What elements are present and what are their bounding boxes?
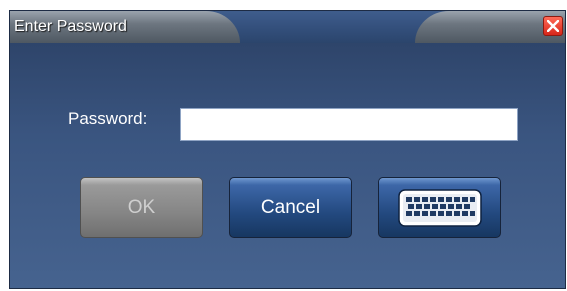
ok-button[interactable]: OK bbox=[80, 177, 203, 238]
password-input[interactable] bbox=[180, 108, 518, 141]
close-button[interactable] bbox=[543, 16, 563, 36]
cancel-button[interactable]: Cancel bbox=[229, 177, 352, 238]
ok-button-label: OK bbox=[127, 196, 156, 218]
keyboard-button[interactable] bbox=[378, 177, 501, 238]
password-label: Password: bbox=[68, 109, 148, 128]
close-icon bbox=[547, 20, 559, 32]
keyboard-icon bbox=[397, 188, 482, 227]
password-dialog: Enter Password Password: OK Cancel bbox=[9, 10, 566, 289]
dialog-title: Enter Password bbox=[14, 18, 127, 35]
title-bar[interactable]: Enter Password bbox=[10, 11, 565, 43]
cancel-button-label: Cancel bbox=[260, 196, 321, 218]
